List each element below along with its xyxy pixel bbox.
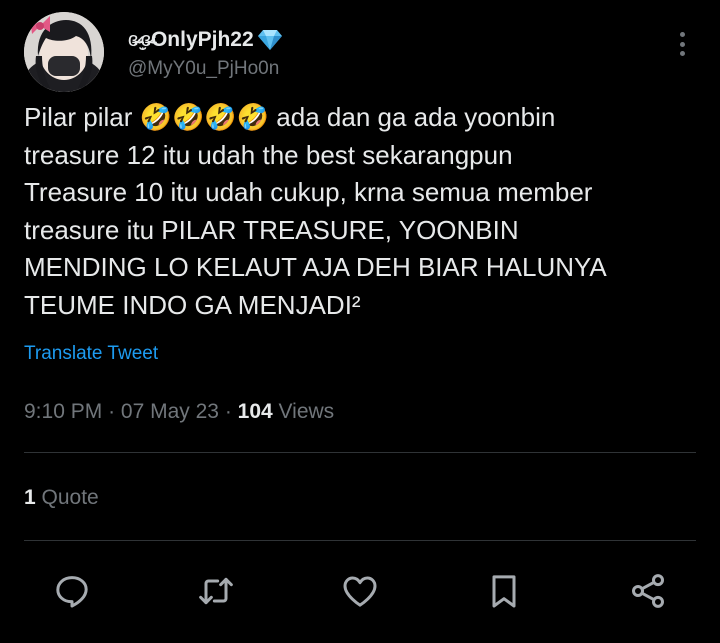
views-label[interactable]: Views [279,400,335,423]
display-name[interactable]: OnlyPjh22 [151,28,254,52]
quote-count-value: 1 [24,486,36,509]
tweet-time[interactable]: 9:10 PM [24,400,102,423]
diamond-icon [257,29,282,51]
quote-label: Quote [41,486,99,509]
meta-separator: · [108,400,116,423]
avatar[interactable] [24,12,104,92]
tweet-text: Pilar pilar 🤣🤣🤣🤣 ada dan ga ada yoonbin … [24,102,607,320]
author-name-row[interactable]: ɞ̴̶̷·̫̮ɞ̴̶̷ OnlyPjh22 [128,26,282,54]
heart-icon[interactable] [339,570,381,612]
tweet-date[interactable]: 07 May 23 [121,400,219,423]
translate-tweet-link[interactable]: Translate Tweet [24,343,158,365]
divider [24,452,696,453]
more-dot [679,41,685,47]
action-bar [24,568,696,614]
views-count[interactable]: 104 [238,400,273,423]
quote-count[interactable]: 1 Quote [24,486,99,510]
more-icon[interactable] [674,30,690,58]
tweet-meta: 9:10 PM · 07 May 23 · 104 Views [24,400,334,424]
more-dot [679,51,685,56]
divider [24,540,696,541]
share-icon[interactable] [627,570,669,612]
retweet-icon[interactable] [195,570,237,612]
meta-separator: · [224,400,232,423]
more-dot [679,32,685,37]
name-decoration: ɞ̴̶̷·̫̮ɞ̴̶̷ [128,28,151,51]
avatar-image [24,12,104,92]
bookmark-icon[interactable] [483,570,525,612]
author-handle[interactable]: @MyY0u_PjHo0n [128,58,279,80]
reply-icon[interactable] [51,570,93,612]
